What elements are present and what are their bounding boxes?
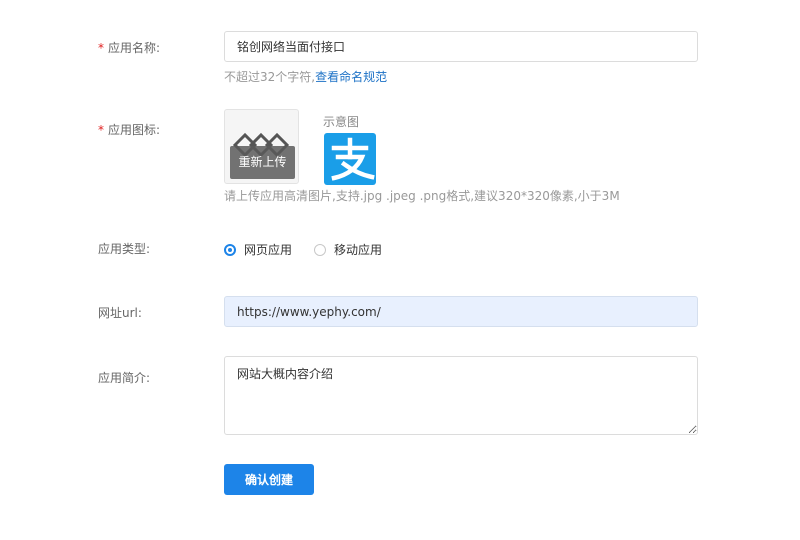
radio-web-app[interactable]: 网页应用 (224, 241, 292, 258)
alipay-icon (324, 133, 376, 185)
radio-mobile-app[interactable]: 移动应用 (314, 241, 382, 258)
icon-upload-box[interactable]: 重新上传 (224, 109, 299, 184)
reupload-button[interactable]: 重新上传 (230, 146, 295, 179)
create-app-form: *应用名称: 不超过32个字符,查看命名规范 *应用图标: 重新上传 示意图 (0, 0, 800, 540)
required-mark: * (98, 41, 104, 55)
app-icon-label: * 应用图标: (98, 123, 161, 137)
radio-dot[interactable] (314, 243, 326, 256)
app-name-input[interactable] (224, 31, 698, 62)
app-name-label: * 应用名称: (98, 41, 161, 55)
required-mark: * (98, 123, 104, 137)
confirm-create-button[interactable]: 确认创建 (224, 464, 314, 495)
preview-label: 示意图 (323, 115, 360, 129)
description-label: 应用简介: (98, 371, 151, 385)
naming-rules-link[interactable]: 查看命名规范 (315, 70, 387, 84)
url-label: 网址url: (98, 306, 142, 320)
description-textarea[interactable]: 网站大概内容介绍 (224, 356, 698, 435)
radio-dot[interactable] (224, 243, 236, 256)
app-icon-hint: 请上传应用高清图片,支持.jpg .jpeg .png格式,建议320*320像… (224, 189, 620, 203)
app-type-label: 应用类型: (98, 242, 151, 256)
url-input[interactable] (224, 296, 698, 327)
app-name-hint: 不超过32个字符,查看命名规范 (224, 70, 388, 84)
